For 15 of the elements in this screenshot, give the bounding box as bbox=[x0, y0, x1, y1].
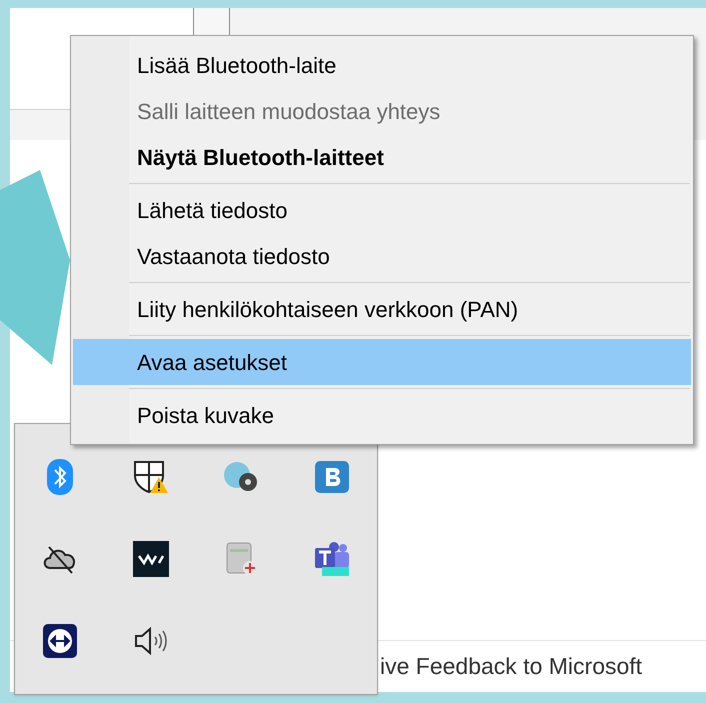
remote-control-icon[interactable] bbox=[43, 624, 78, 658]
menu-item[interactable]: Liity henkilökohtaiseen verkkoon (PAN) bbox=[73, 286, 691, 332]
menu-item[interactable]: Vastaanota tiedosto bbox=[73, 233, 691, 279]
shield-warning-icon[interactable] bbox=[132, 460, 169, 494]
app-logo-icon[interactable] bbox=[132, 541, 169, 577]
menu-item[interactable]: Näytä Bluetooth-laitteet bbox=[73, 134, 691, 180]
bluetooth-icon[interactable] bbox=[47, 459, 74, 495]
letter-b-icon[interactable] bbox=[314, 461, 349, 493]
menu-item[interactable]: Poista kuvake bbox=[73, 392, 691, 438]
speaker-icon[interactable] bbox=[132, 626, 169, 656]
menu-item[interactable]: Lisää Bluetooth-laite bbox=[73, 42, 691, 88]
feedback-link[interactable]: ive Feedback to Microsoft bbox=[380, 649, 642, 684]
menu-item[interactable]: Lähetä tiedosto bbox=[73, 187, 691, 233]
menu-item[interactable]: Avaa asetukset bbox=[73, 339, 691, 385]
teams-icon[interactable] bbox=[314, 542, 350, 576]
